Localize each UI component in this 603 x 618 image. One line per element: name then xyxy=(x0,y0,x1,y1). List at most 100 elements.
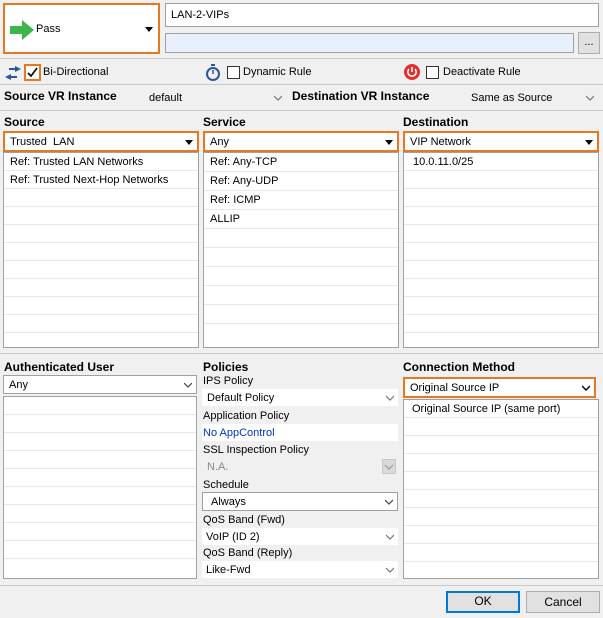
qos-fwd-label: QoS Band (Fwd) xyxy=(203,514,285,526)
stopwatch-icon xyxy=(205,64,221,84)
rule-name-field[interactable]: LAN-2-VIPs xyxy=(165,3,599,27)
list-item xyxy=(404,315,598,333)
power-icon xyxy=(404,64,420,83)
chevron-down-icon xyxy=(185,139,193,145)
destination-select[interactable]: VIP Network xyxy=(403,131,599,152)
qos-reply-select[interactable]: Like-Fwd xyxy=(202,561,398,578)
list-item xyxy=(404,544,598,562)
chevron-down-icon xyxy=(586,94,594,102)
chevron-down-icon xyxy=(385,139,393,145)
qos-fwd-select[interactable]: VoIP (ID 2) xyxy=(202,528,398,545)
list-item xyxy=(204,267,398,286)
source-select[interactable]: Trusted LAN xyxy=(3,131,199,152)
deactivate-rule-checkbox[interactable] xyxy=(426,66,439,79)
list-item xyxy=(204,248,398,267)
ips-policy-select[interactable]: Default Policy xyxy=(202,389,398,406)
bidirectional-checkbox[interactable] xyxy=(24,64,41,81)
source-list[interactable]: Ref: Trusted LAN Networks Ref: Trusted N… xyxy=(3,152,199,348)
list-item[interactable]: Ref: Trusted LAN Networks xyxy=(4,153,198,171)
list-item xyxy=(4,315,198,333)
chevron-down-icon xyxy=(184,381,192,389)
list-item[interactable]: Ref: Any-UDP xyxy=(204,172,398,191)
divider xyxy=(0,110,603,111)
schedule-label: Schedule xyxy=(203,479,249,491)
bidirectional-icon xyxy=(5,66,21,83)
ssl-inspection-policy-select: N.A. xyxy=(202,458,398,475)
application-policy-field[interactable]: No AppControl xyxy=(202,424,398,441)
list-item[interactable]: Ref: Trusted Next-Hop Networks xyxy=(4,171,198,189)
schedule-select[interactable]: Always xyxy=(202,492,398,511)
list-item xyxy=(404,261,598,279)
list-item xyxy=(404,279,598,297)
list-item xyxy=(204,229,398,248)
list-item xyxy=(404,454,598,472)
list-item xyxy=(4,225,198,243)
ok-button[interactable]: OK xyxy=(446,591,520,613)
divider xyxy=(0,353,603,354)
rule-comment-field[interactable] xyxy=(165,33,574,53)
authenticated-user-select[interactable]: Any xyxy=(3,375,197,394)
list-item xyxy=(404,189,598,207)
service-select[interactable]: Any xyxy=(203,131,399,152)
source-vr-select[interactable]: default xyxy=(146,89,286,106)
dynamic-rule-checkbox[interactable] xyxy=(227,66,240,79)
list-item xyxy=(404,207,598,225)
list-item xyxy=(404,171,598,189)
action-selector[interactable]: Pass xyxy=(3,3,160,54)
chevron-down-icon xyxy=(382,459,396,474)
comment-ellipsis-button[interactable]: ... xyxy=(578,32,600,54)
arrow-right-icon xyxy=(10,20,34,43)
list-item xyxy=(4,433,196,451)
list-item xyxy=(4,523,196,541)
list-item xyxy=(404,418,598,436)
chevron-down-icon xyxy=(585,139,593,145)
connection-method-select[interactable]: Original Source IP xyxy=(403,377,596,398)
list-item xyxy=(4,207,198,225)
source-label: Source xyxy=(4,115,45,129)
policies-label: Policies xyxy=(203,360,249,374)
list-item[interactable]: Ref: Any-TCP xyxy=(204,153,398,172)
list-item xyxy=(404,526,598,544)
list-item[interactable]: Ref: ICMP xyxy=(204,191,398,210)
chevron-down-icon xyxy=(386,566,394,574)
destination-list[interactable]: 10.0.11.0/25 xyxy=(403,152,599,348)
dynamic-rule-label: Dynamic Rule xyxy=(243,66,312,78)
list-item xyxy=(204,286,398,305)
chevron-down-icon xyxy=(386,533,394,541)
list-item xyxy=(404,436,598,454)
qos-reply-label: QoS Band (Reply) xyxy=(203,547,293,559)
list-item xyxy=(4,469,196,487)
service-list[interactable]: Ref: Any-TCP Ref: Any-UDP Ref: ICMP ALLI… xyxy=(203,152,399,348)
divider xyxy=(0,58,603,59)
destination-label: Destination xyxy=(403,115,469,129)
list-item xyxy=(204,305,398,324)
divider xyxy=(0,84,603,85)
source-vr-label: Source VR Instance xyxy=(4,89,117,103)
list-item xyxy=(4,243,198,261)
chevron-down-icon xyxy=(274,94,282,102)
ssl-inspection-policy-label: SSL Inspection Policy xyxy=(203,444,309,456)
chevron-down-icon xyxy=(385,498,393,506)
application-policy-label: Application Policy xyxy=(203,410,290,422)
ips-policy-label: IPS Policy xyxy=(203,375,254,387)
list-item xyxy=(4,297,198,315)
list-item[interactable]: 10.0.11.0/25 xyxy=(404,153,598,171)
list-item xyxy=(4,487,196,505)
connection-method-list[interactable]: Original Source IP (same port) xyxy=(403,399,599,579)
chevron-down-icon xyxy=(145,26,153,32)
action-label: Pass xyxy=(36,23,61,35)
list-item[interactable]: ALLIP xyxy=(204,210,398,229)
list-item xyxy=(404,472,598,490)
deactivate-rule-label: Deactivate Rule xyxy=(443,66,521,78)
authenticated-user-label: Authenticated User xyxy=(4,360,115,374)
service-label: Service xyxy=(203,115,246,129)
list-item xyxy=(404,225,598,243)
list-item xyxy=(4,189,198,207)
list-item xyxy=(4,505,196,523)
list-item[interactable]: Original Source IP (same port) xyxy=(404,400,598,418)
bidirectional-label: Bi-Directional xyxy=(43,66,109,78)
destination-vr-select[interactable]: Same as Source xyxy=(468,89,598,106)
cancel-button[interactable]: Cancel xyxy=(526,591,600,613)
list-item xyxy=(404,490,598,508)
authenticated-user-list[interactable] xyxy=(3,396,197,579)
